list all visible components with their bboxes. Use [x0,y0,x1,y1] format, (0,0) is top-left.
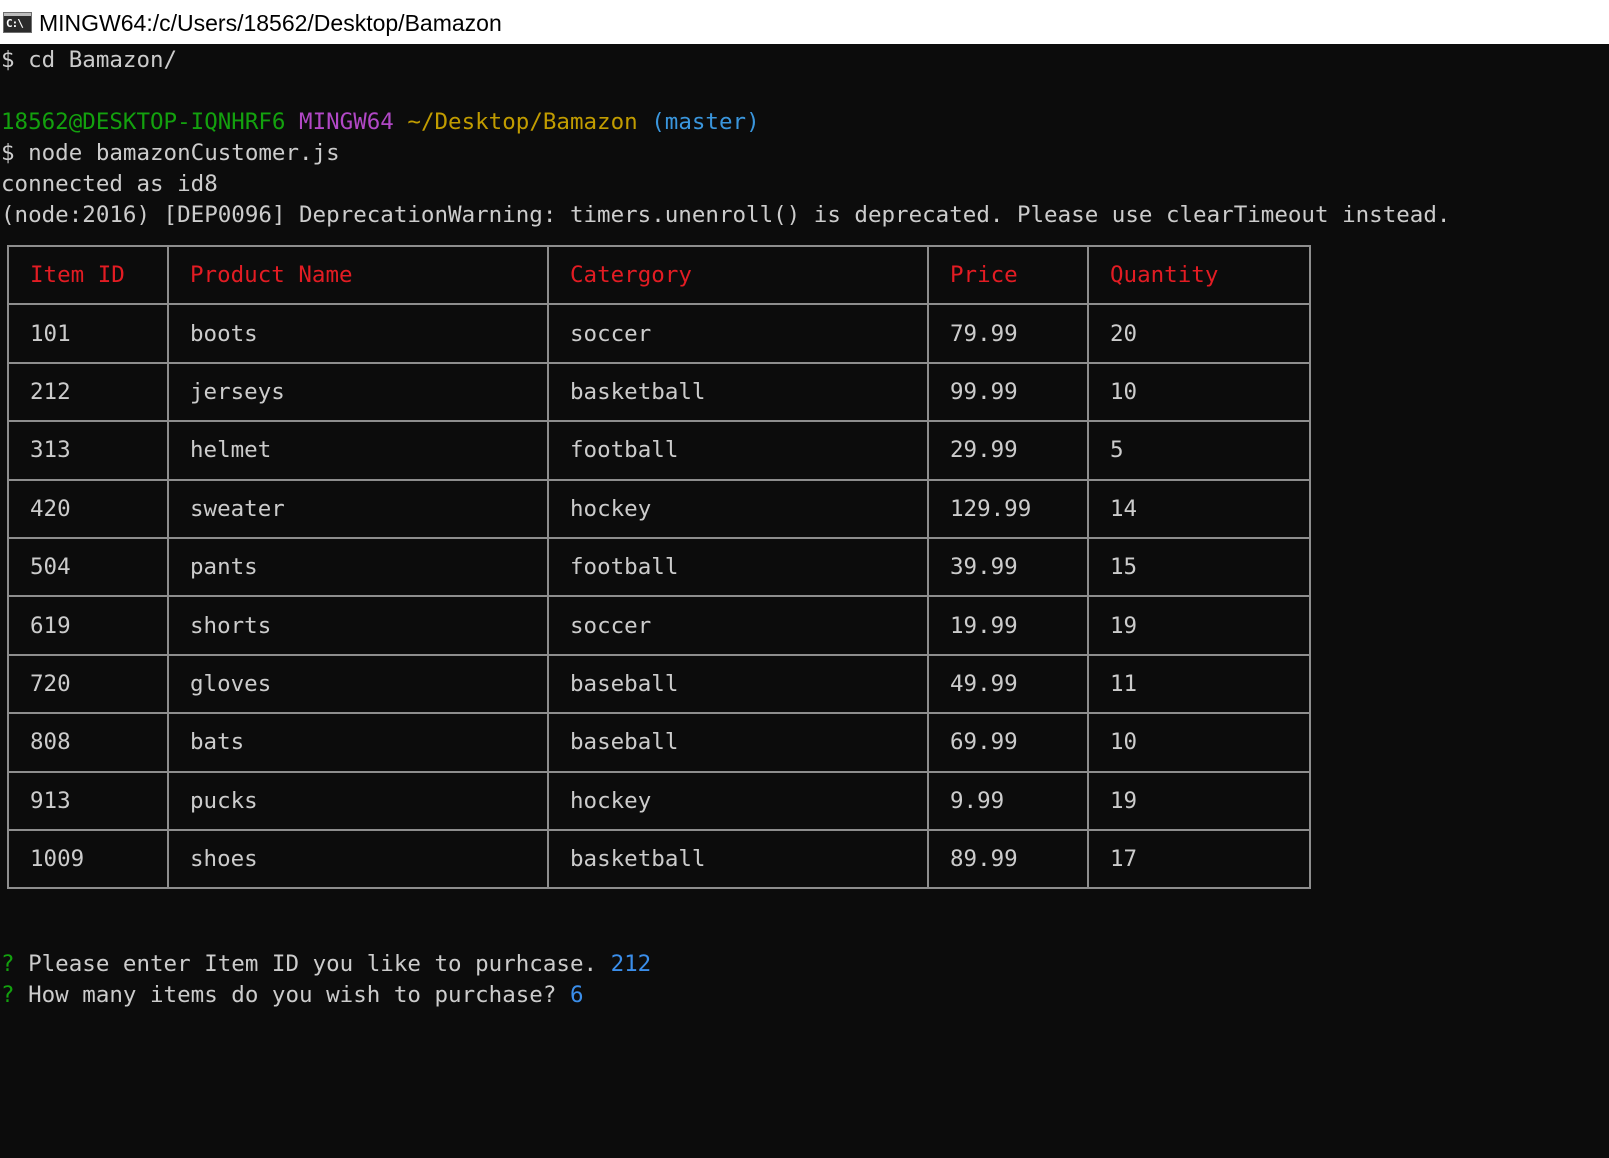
header-price: Price [927,244,1089,306]
cell-item-id: 720 [7,653,169,715]
cell-product-name: shoes [167,828,549,890]
cell-category: hockey [547,770,929,831]
table-row: 420 sweater hockey 129.99 14 [7,478,1311,539]
table-row: 212 jerseys basketball 99.99 10 [7,361,1311,423]
cell-quantity: 11 [1087,653,1311,715]
cell-category: hockey [547,478,929,539]
header-category: Catergory [547,244,929,306]
cell-quantity: 19 [1087,770,1311,831]
question-text: How many items do you wish to purchase? [28,982,557,1008]
cell-price: 19.99 [927,595,1089,656]
prompt-shell: MINGW64 [299,109,394,135]
cell-category: basketball [547,361,929,423]
prompt-branch: (master) [651,109,760,135]
table-row: 619 shorts soccer 19.99 19 [7,595,1311,656]
table-row: 504 pants football 39.99 15 [7,536,1311,598]
cell-product-name: bats [167,712,549,773]
cell-price: 49.99 [927,653,1089,715]
title-bar[interactable]: C:\ MINGW64:/c/Users/18562/Desktop/Bamaz… [0,0,1609,44]
cell-price: 69.99 [927,712,1089,773]
product-table: Item ID Product Name Catergory Price Qua… [7,244,1311,890]
terminal-icon[interactable]: C:\ [3,12,32,33]
terminal-icon-label: C:\ [6,17,24,30]
terminal-console[interactable]: $ cd Bamazon/ 18562@DESKTOP-IQNHRF6 MING… [0,44,1609,1158]
cell-quantity: 15 [1087,536,1311,598]
answer-quantity[interactable]: 6 [570,982,584,1008]
table-row: 1009 shoes basketball 89.99 17 [7,828,1311,890]
cell-price: 99.99 [927,361,1089,423]
header-quantity: Quantity [1087,244,1311,306]
table-row: 101 boots soccer 79.99 20 [7,303,1311,364]
header-product-name: Product Name [167,244,549,306]
cell-item-id: 913 [7,770,169,831]
answer-item-id[interactable]: 212 [611,951,652,977]
cell-item-id: 504 [7,536,169,598]
cell-product-name: gloves [167,653,549,715]
cell-category: soccer [547,595,929,656]
cell-product-name: shorts [167,595,549,656]
cell-product-name: pucks [167,770,549,831]
cell-quantity: 17 [1087,828,1311,890]
question-mark: ? [1,982,15,1008]
cell-item-id: 1009 [7,828,169,890]
cell-category: baseball [547,712,929,773]
command-line-cd: $ cd Bamazon/ [1,47,178,73]
cell-quantity: 19 [1087,595,1311,656]
cell-quantity: 10 [1087,361,1311,423]
cell-price: 129.99 [927,478,1089,539]
cell-category: baseball [547,653,929,715]
table-header-row: Item ID Product Name Catergory Price Qua… [7,244,1311,306]
cell-item-id: 808 [7,712,169,773]
cell-quantity: 14 [1087,478,1311,539]
cell-product-name: helmet [167,420,549,481]
output-deprecation-warning: (node:2016) [DEP0096] DeprecationWarning… [1,202,1451,228]
cell-product-name: pants [167,536,549,598]
table-row: 313 helmet football 29.99 5 [7,420,1311,481]
cell-quantity: 5 [1087,420,1311,481]
table-row: 913 pucks hockey 9.99 19 [7,770,1311,831]
cell-price: 9.99 [927,770,1089,831]
cell-category: football [547,420,929,481]
output-connected: connected as id8 [1,171,218,197]
command-line-node: $ node bamazonCustomer.js [1,140,340,166]
cell-product-name: sweater [167,478,549,539]
cell-item-id: 313 [7,420,169,481]
prompt-question-quantity: ? How many items do you wish to purchase… [1,980,584,1011]
cell-price: 89.99 [927,828,1089,890]
cell-category: soccer [547,303,929,364]
prompt-question-item-id: ? Please enter Item ID you like to purhc… [1,949,651,980]
cell-quantity: 20 [1087,303,1311,364]
question-text: Please enter Item ID you like to purhcas… [28,951,598,977]
window-title: MINGW64:/c/Users/18562/Desktop/Bamazon [39,10,502,36]
cell-quantity: 10 [1087,712,1311,773]
cell-product-name: boots [167,303,549,364]
cell-price: 79.99 [927,303,1089,364]
table-row: 720 gloves baseball 49.99 11 [7,653,1311,715]
cell-item-id: 619 [7,595,169,656]
prompt-path: ~/Desktop/Bamazon [407,109,638,135]
question-mark: ? [1,951,15,977]
table-row: 808 bats baseball 69.99 10 [7,712,1311,773]
shell-prompt: 18562@DESKTOP-IQNHRF6 MINGW64 ~/Desktop/… [1,107,760,138]
cell-price: 39.99 [927,536,1089,598]
cell-category: basketball [547,828,929,890]
header-item-id: Item ID [7,244,169,306]
cell-item-id: 420 [7,478,169,539]
cell-category: football [547,536,929,598]
cell-item-id: 212 [7,361,169,423]
cell-price: 29.99 [927,420,1089,481]
cell-item-id: 101 [7,303,169,364]
prompt-user-host: 18562@DESKTOP-IQNHRF6 [1,109,286,135]
cell-product-name: jerseys [167,361,549,423]
